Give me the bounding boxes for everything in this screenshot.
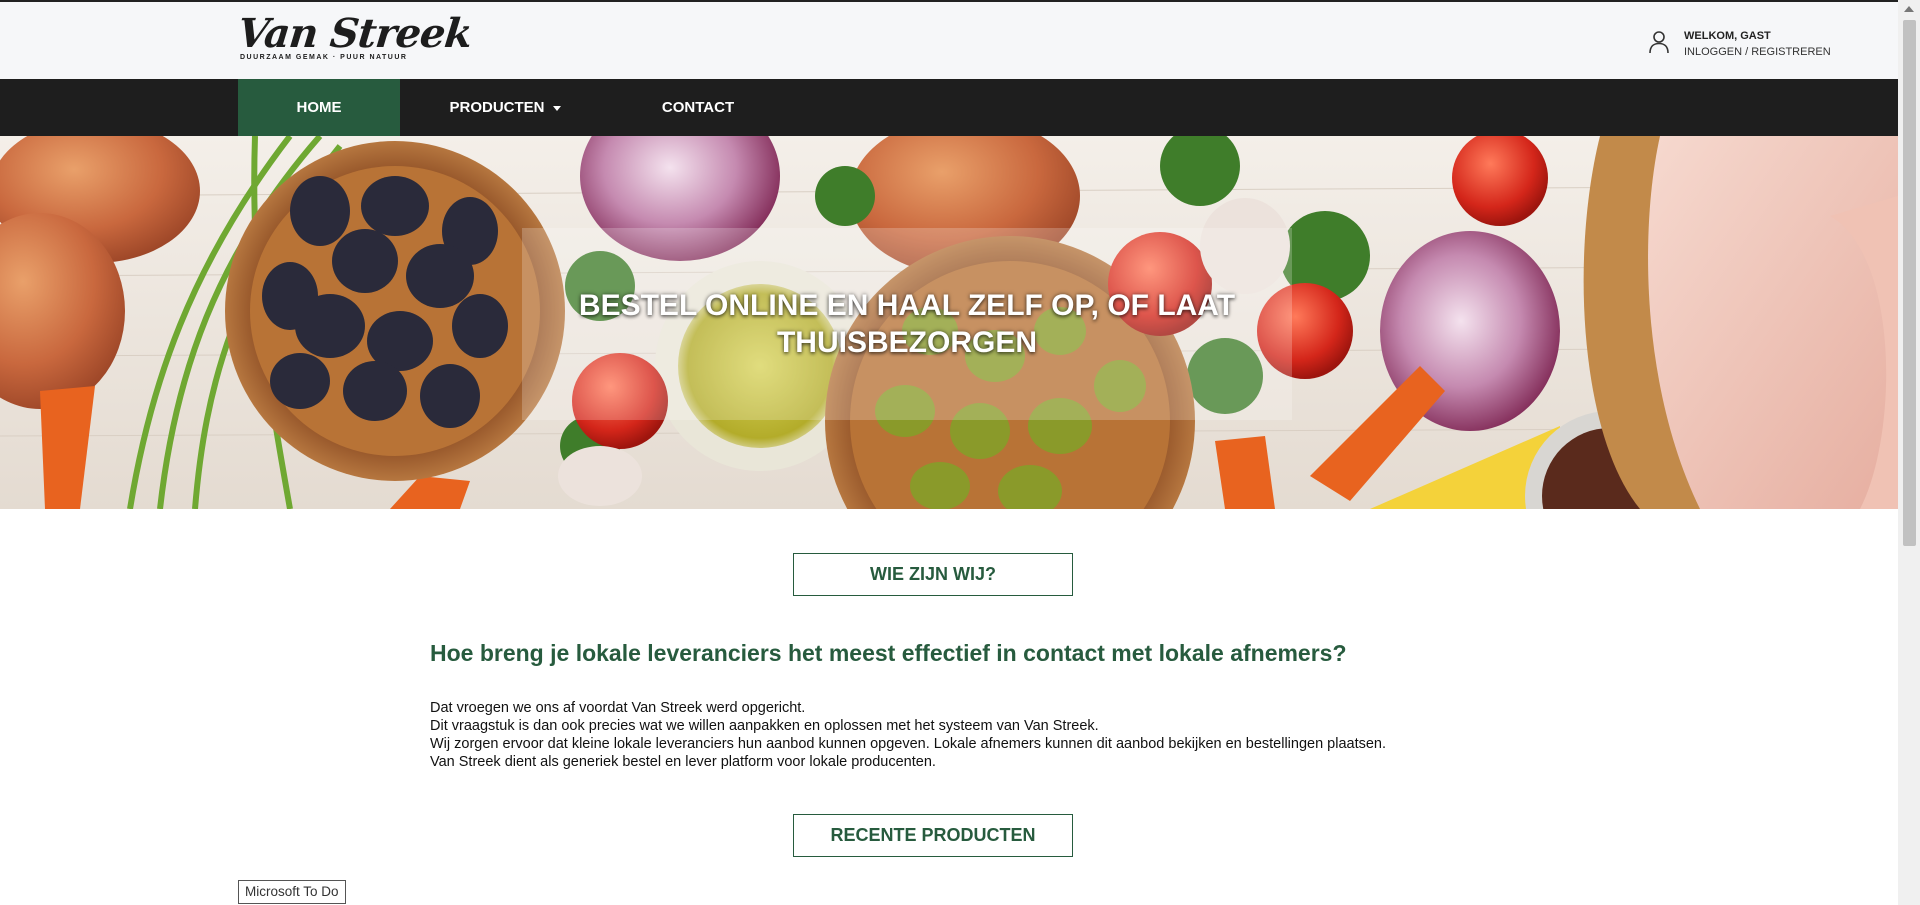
brand-name: Van Streek: [235, 10, 474, 57]
nav-item-home[interactable]: HOME: [238, 79, 400, 136]
about-text-line: Dit vraagstuk is dan ook precies wat we …: [430, 718, 1099, 734]
login-register-link[interactable]: INLOGGEN / REGISTREREN: [1684, 44, 1831, 60]
recent-products-button[interactable]: RECENTE PRODUCTEN: [793, 814, 1073, 857]
user-text: WELKOM, GAST INLOGGEN / REGISTREREN: [1684, 28, 1831, 60]
about-text-line: Van Streek dient als generiek bestel en …: [430, 754, 936, 770]
welcome-text: WELKOM, GAST: [1684, 30, 1771, 42]
user-panel: WELKOM, GAST INLOGGEN / REGISTREREN: [1648, 28, 1831, 60]
about-us-button[interactable]: WIE ZIJN WIJ?: [793, 553, 1073, 596]
microsoft-todo-tab[interactable]: Microsoft To Do: [238, 880, 346, 904]
about-text: Dat vroegen we ons af voordat Van Streek…: [430, 699, 1386, 771]
caret-down-icon: [552, 106, 561, 111]
nav-item-contact[interactable]: CONTACT: [630, 79, 766, 136]
recent-products-button-label: RECENTE PRODUCTEN: [830, 825, 1036, 845]
nav-products-label: PRODUCTEN: [449, 99, 545, 116]
main-navigation: HOME PRODUCTEN CONTACT: [0, 79, 1898, 136]
user-icon[interactable]: [1648, 30, 1670, 54]
hero-caption-box: BESTEL ONLINE EN HAAL ZELF OP, OF LAAT T…: [522, 228, 1292, 420]
scrollbar-thumb[interactable]: [1903, 20, 1916, 546]
hero-title: BESTEL ONLINE EN HAAL ZELF OP, OF LAAT T…: [578, 289, 1236, 359]
about-text-line: Wij zorgen ervoor dat kleine lokale leve…: [430, 736, 1387, 752]
hero-banner: BESTEL ONLINE EN HAAL ZELF OP, OF LAAT T…: [0, 136, 1898, 509]
brand-logo[interactable]: Van Streek DUURZAAM GEMAK · PUUR NATUUR: [235, 10, 474, 72]
site-header: Van Streek DUURZAAM GEMAK · PUUR NATUUR …: [0, 2, 1898, 79]
nav-contact-label: CONTACT: [661, 99, 735, 116]
nav-item-products[interactable]: PRODUCTEN: [430, 79, 580, 136]
scroll-up-arrow-icon[interactable]: [1904, 6, 1914, 12]
about-us-button-label: WIE ZIJN WIJ?: [870, 564, 996, 584]
about-heading: Hoe breng je lokale leveranciers het mee…: [430, 640, 1347, 666]
nav-home-label: HOME: [296, 99, 342, 116]
about-text-line: Dat vroegen we ons af voordat Van Streek…: [430, 700, 806, 716]
